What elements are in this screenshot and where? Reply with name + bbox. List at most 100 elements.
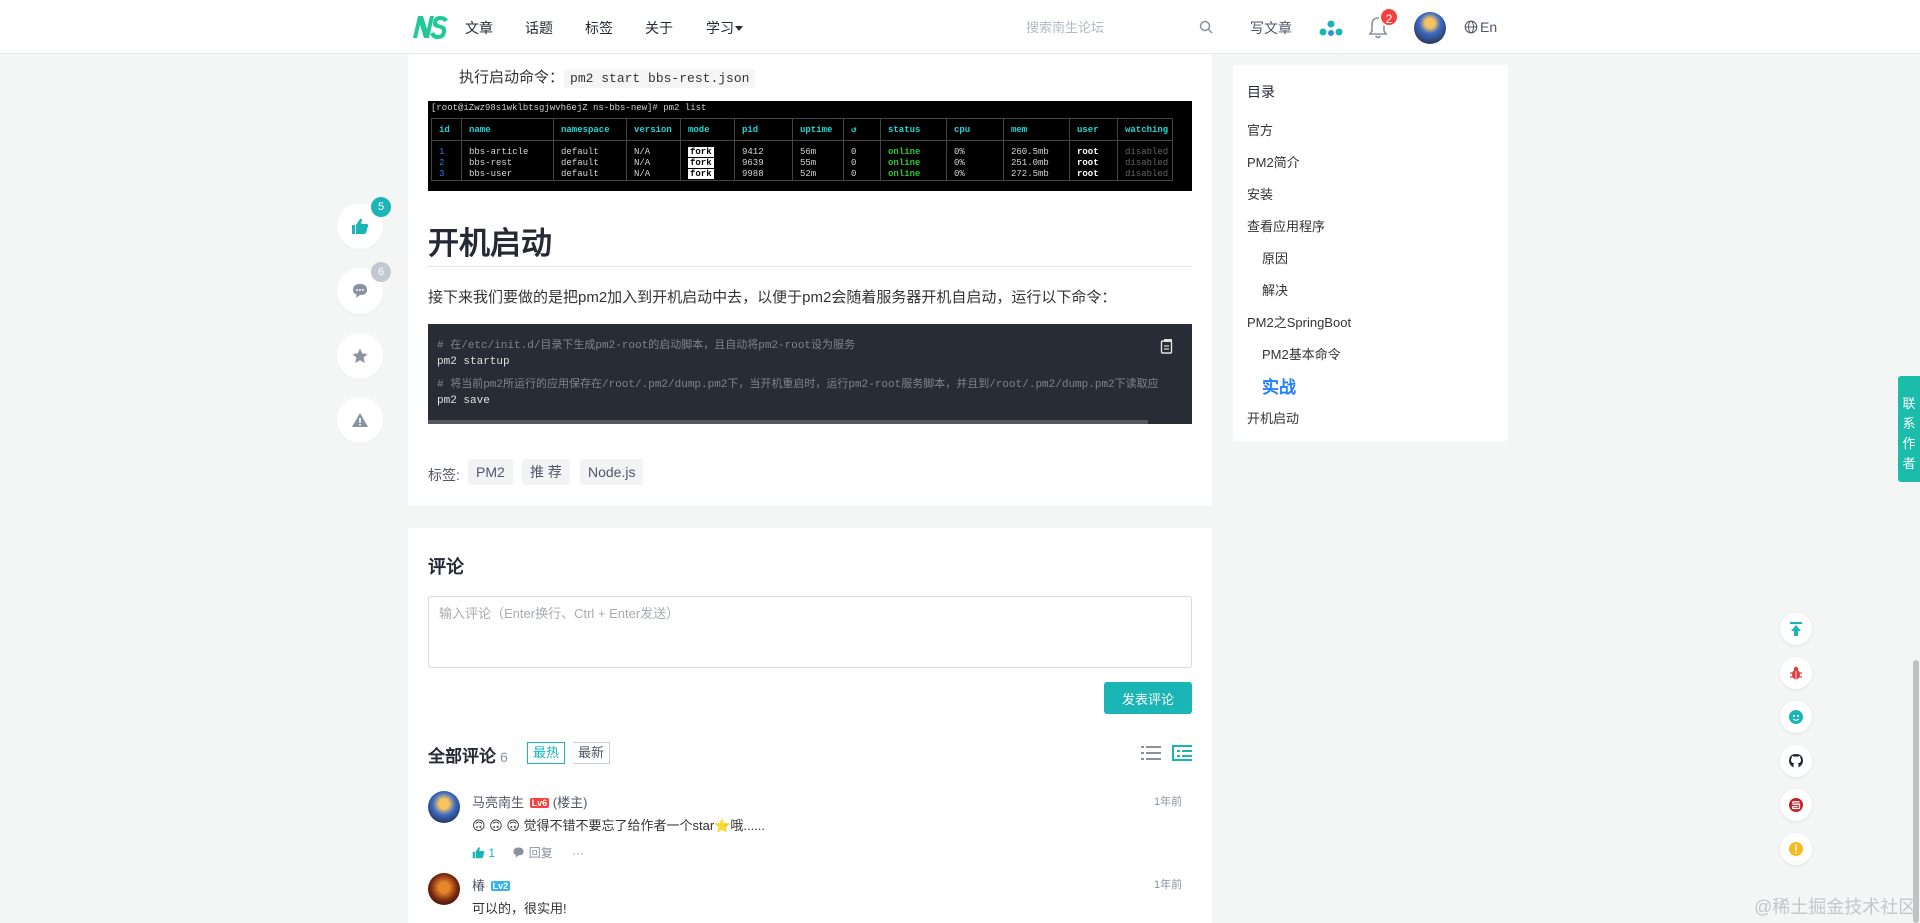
comments-section: 评论 发表评论 全部评论6 最热 最新 马亮南生 Lv6 (楼主) 1年前 🙃 … — [408, 528, 1212, 923]
comment-text: 可以的，很实用! — [472, 901, 567, 916]
cell-id: 2 — [431, 158, 462, 169]
gitee-button[interactable] — [1780, 789, 1812, 821]
tree-view-icon[interactable] — [1172, 744, 1192, 762]
cell-namespace: default — [553, 140, 627, 158]
notification-badge: 2 — [1379, 7, 1399, 27]
github-button[interactable] — [1780, 745, 1812, 777]
toc-item[interactable]: PM2之SpringBoot — [1247, 312, 1351, 331]
bug-report-button[interactable] — [1780, 657, 1812, 689]
toc-item[interactable]: PM2基本命令 — [1262, 344, 1341, 363]
comment-reply-label: 回复 — [528, 846, 553, 860]
like-button[interactable]: 5 — [337, 197, 391, 249]
start-command-code: pm2 start bbs-rest.json — [564, 69, 756, 88]
sort-hot-button[interactable]: 最热 — [527, 742, 566, 764]
arrow-up-icon — [1790, 622, 1802, 636]
pm2-row: 3 bbs-user default N/A fork 9988 52m 0 o… — [431, 169, 1173, 181]
ns-logo[interactable] — [411, 14, 449, 40]
top-header: 文章 话题 标签 关于 学习 写文章 2 En — [0, 0, 1920, 54]
th-status: status — [880, 118, 947, 141]
user-avatar[interactable] — [1414, 12, 1446, 44]
pm2-process-table: id name namespace version mode pid uptim… — [431, 118, 1173, 181]
toc-item[interactable]: 解决 — [1262, 280, 1288, 299]
sort-newest-button[interactable]: 最新 — [573, 742, 611, 764]
code-line: pm2 startup — [437, 356, 510, 368]
toc-title: 目录 — [1247, 84, 1275, 100]
comment-count: 6 — [371, 262, 391, 282]
fork-label: fork — [688, 169, 714, 179]
level-badge: Lv2 — [490, 881, 511, 891]
th-pid: pid — [734, 118, 793, 141]
report-button[interactable] — [337, 397, 383, 443]
toc-item[interactable]: 原因 — [1262, 248, 1288, 267]
wechat-icon — [1789, 710, 1803, 724]
cell-mode: fork — [680, 140, 735, 158]
comment-more-button[interactable]: ··· — [572, 846, 584, 860]
comment-author[interactable]: 马亮南生 Lv6 (楼主) — [472, 792, 587, 811]
toc-item[interactable]: 安装 — [1247, 184, 1273, 203]
copy-icon[interactable] — [1160, 338, 1174, 354]
toc-item[interactable]: 开机启动 — [1247, 408, 1299, 427]
contact-author-label: 联系作者 — [1902, 396, 1916, 471]
alert-icon — [1789, 842, 1803, 856]
write-article-link[interactable]: 写文章 — [1250, 18, 1292, 38]
comment-text: 🙃 🙃 🙃 觉得不错不要忘了给作者一个star⭐哦...... — [472, 818, 766, 833]
comment-button[interactable]: 6 — [337, 262, 391, 314]
fork-label: fork — [688, 147, 714, 157]
start-command-prefix: 执行启动命令： — [459, 69, 565, 86]
nav-about[interactable]: 关于 — [645, 18, 673, 38]
language-label: En — [1480, 19, 1498, 35]
code-line: pm2 save — [437, 395, 490, 407]
comment-icon — [353, 284, 367, 298]
cell-id: 3 — [431, 169, 462, 181]
like-count: 5 — [371, 197, 391, 217]
cell-version: N/A — [626, 169, 681, 181]
submit-comment-button[interactable]: 发表评论 — [1104, 682, 1192, 714]
comment-avatar[interactable] — [428, 791, 460, 823]
comment-reply-button[interactable]: 回复 — [512, 846, 553, 860]
list-view-icon[interactable] — [1141, 744, 1161, 762]
nav-articles[interactable]: 文章 — [465, 18, 493, 38]
favorite-button[interactable] — [337, 333, 383, 379]
cell-name: bbs-user — [461, 169, 554, 181]
wechat-button[interactable] — [1780, 701, 1812, 733]
tag-nodejs[interactable]: Node.js — [580, 459, 644, 485]
back-to-top-button[interactable] — [1780, 613, 1812, 645]
nav-tags[interactable]: 标签 — [585, 18, 613, 38]
cell-status: online — [880, 169, 947, 181]
search-input[interactable] — [1026, 13, 1218, 41]
notice-button[interactable] — [1780, 833, 1812, 865]
globe-icon — [1464, 20, 1478, 34]
comment-avatar[interactable] — [428, 873, 460, 905]
tag-recommend[interactable]: 推 荐 — [522, 459, 570, 485]
cell-uptime: 52m — [792, 169, 844, 181]
toc-item[interactable]: 查看应用程序 — [1247, 216, 1325, 235]
search-icon[interactable] — [1198, 19, 1214, 35]
heading-divider — [428, 266, 1192, 267]
comment-author[interactable]: 椿 Lv2 — [472, 875, 511, 894]
toc-item-active[interactable]: 实战 — [1262, 373, 1296, 398]
tag-pm2[interactable]: PM2 — [468, 459, 513, 485]
watermark: @稀土掘金技术社区 — [1754, 897, 1917, 917]
author-role: (楼主) — [552, 795, 588, 810]
nav-topics[interactable]: 话题 — [525, 18, 553, 38]
comment-like-button[interactable]: 1 — [472, 846, 495, 860]
comments-title: 评论 — [428, 557, 464, 577]
cell-mode: fork — [680, 158, 735, 169]
toc-item[interactable]: PM2简介 — [1247, 152, 1300, 171]
contact-author-tab[interactable]: 联系作者 — [1898, 376, 1920, 482]
cell-mem: 272.5mb — [1003, 169, 1070, 181]
cell-mode: fork — [680, 169, 735, 181]
toc-item[interactable]: 官方 — [1247, 120, 1273, 139]
code-horizontal-scrollbar[interactable] — [428, 420, 1148, 424]
nav-learn[interactable]: 学习 — [706, 18, 744, 38]
cell-version: N/A — [626, 140, 681, 158]
cell-mem: 251.0mb — [1003, 158, 1070, 169]
comment-author-name: 椿 — [472, 878, 486, 893]
community-dots-icon[interactable] — [1318, 18, 1344, 38]
language-switch[interactable]: En — [1464, 19, 1497, 35]
cell-name: bbs-article — [461, 140, 554, 158]
th-mode: mode — [680, 118, 735, 141]
page-scrollbar[interactable] — [1913, 660, 1919, 923]
cell-status: online — [880, 158, 947, 169]
comment-input[interactable] — [428, 596, 1192, 668]
